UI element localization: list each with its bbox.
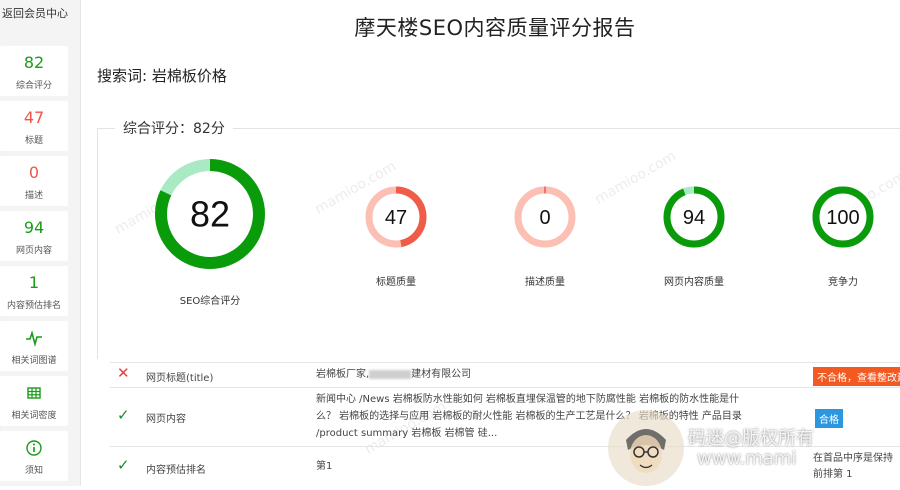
sidebar-item-related-words-graph[interactable]: 相关词图谱	[0, 321, 68, 371]
result-name: 网页内容	[146, 414, 186, 425]
notice-label: 须知	[24, 466, 43, 476]
title-score-value: 47	[23, 108, 45, 127]
search-keyword: 搜索词: 岩棉板价格	[97, 67, 227, 85]
sidebar-item-page-content[interactable]: 94 网页内容	[0, 211, 68, 261]
back-to-member-center-link[interactable]: 返回会员中心	[0, 0, 80, 28]
pass-badge[interactable]: 合格	[815, 409, 843, 428]
overall-score-label: 综合评分	[15, 81, 52, 91]
score-gauge: 100	[812, 186, 874, 248]
watermark-copyright: 码迷@版权所有	[688, 428, 814, 449]
rank-note-line: 前排第 1	[813, 469, 853, 480]
related-words-density-label: 相关词密度	[11, 411, 57, 421]
content-line: 新闻中心 /News 岩棉板防水性能如何 岩棉板直埋保温管的地下防腐性能 岩棉板…	[316, 394, 740, 405]
report-title: 摩天楼SEO内容质量评分报告	[354, 16, 636, 40]
pass-check-icon: ✓	[117, 456, 130, 474]
redacted-blur	[369, 369, 412, 379]
pass-check-icon: ✓	[117, 406, 130, 424]
gauge-value: 0	[539, 207, 550, 229]
rank-note-line: 在首品中序是保持	[813, 453, 893, 464]
gauge-value: 94	[683, 207, 705, 229]
sidebar: 返回会员中心 82 综合评分 47 标题 0 描述 94 网页内容 1 内容预估…	[0, 0, 81, 486]
score-gauge: 47	[365, 186, 427, 248]
gauge-value: 100	[826, 207, 859, 229]
estimated-rank-label: 内容预估排名	[6, 301, 61, 311]
gauge-label: 竞争力	[828, 277, 858, 288]
gauge-label: SEO综合评分	[179, 296, 241, 307]
fail-suggestion-badge[interactable]: 不合格，查看整改建议	[813, 367, 900, 386]
score-gauge: 94	[663, 186, 725, 248]
sidebar-item-notice[interactable]: 须知	[0, 431, 68, 481]
fail-x-icon: ✕	[117, 364, 130, 382]
estimated-rank-value: 1	[28, 273, 40, 292]
description-score-value: 0	[28, 163, 40, 182]
sidebar-item-related-words-density[interactable]: 相关词密度	[0, 376, 68, 426]
content-score-value: 94	[23, 218, 45, 237]
gauge-label: 标题质量	[376, 277, 416, 288]
overall-score-value: 82	[23, 53, 45, 72]
info-icon	[0, 437, 68, 459]
watermark-avatar	[608, 410, 684, 486]
gauge-value: 47	[385, 207, 407, 229]
description-score-label: 描述	[24, 191, 43, 201]
sidebar-item-estimated-rank[interactable]: 1 内容预估排名	[0, 266, 68, 316]
score-gauge: 82	[155, 159, 265, 269]
content-score-label: 网页内容	[15, 246, 52, 256]
pulse-chart-icon	[0, 327, 68, 349]
gauge-label: 描述质量	[525, 277, 565, 288]
result-row-title: ✕ 网页标题(title) 岩棉板厂家, 建材有限公司 不合格，查看整改建议	[110, 362, 900, 387]
result-name: 网页标题(title)	[146, 373, 214, 384]
gauge-value: 82	[190, 194, 230, 235]
sidebar-item-description[interactable]: 0 描述	[0, 156, 68, 206]
content-line: 么？ 岩棉板的选择与应用 岩棉板的耐火性能 岩棉板的生产工艺是什么？ 岩棉板的特…	[316, 411, 742, 422]
rank-note: 在首品中序是保持 前排第 1	[813, 451, 893, 483]
title-score-label: 标题	[24, 136, 43, 146]
sidebar-item-overall-score[interactable]: 82 综合评分	[0, 46, 68, 96]
sidebar-item-title[interactable]: 47 标题	[0, 101, 68, 151]
score-gauge: 0	[514, 186, 576, 248]
related-words-graph-label: 相关词图谱	[11, 356, 57, 366]
gauge-label: 网页内容质量	[664, 277, 724, 288]
title-value-before: 岩棉板厂家,	[316, 369, 370, 380]
watermark-url: www.mami	[697, 448, 797, 469]
overall-score-legend: 综合评分：82分	[115, 118, 233, 138]
result-name: 内容预估排名	[146, 465, 206, 476]
title-value-after: 建材有限公司	[411, 369, 472, 380]
result-value: 岩棉板厂家, 建材有限公司	[316, 366, 796, 383]
table-grid-icon	[0, 382, 68, 404]
